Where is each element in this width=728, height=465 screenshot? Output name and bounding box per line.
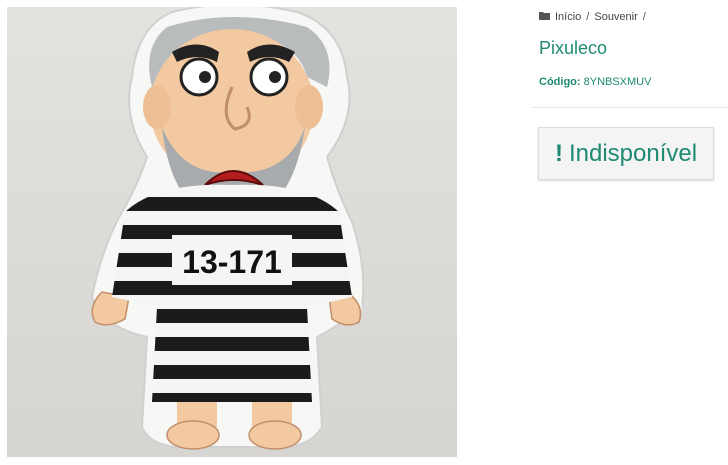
prisoner-number-text: 13-171 — [182, 244, 282, 280]
breadcrumb-separator: / — [642, 11, 646, 23]
exclamation-icon: ! — [554, 139, 563, 167]
product-code: Código: 8YNBSXMUV — [539, 76, 651, 88]
availability-status-text: Indisponível — [568, 139, 698, 167]
breadcrumb-home-link[interactable]: Início — [555, 10, 581, 24]
product-image[interactable]: 13-171 — [7, 7, 457, 457]
availability-status: ! Indisponível — [538, 127, 714, 180]
product-code-value: 8YNBSXMUV — [583, 76, 652, 88]
breadcrumb-separator: / — [586, 11, 590, 23]
folder-icon — [539, 10, 550, 24]
divider — [532, 107, 728, 108]
product-code-label: Código: — [539, 76, 581, 88]
product-title: Pixuleco — [539, 38, 608, 58]
breadcrumb: Início / Souvenir / — [539, 10, 651, 24]
breadcrumb-category-link[interactable]: Souvenir — [594, 10, 637, 24]
